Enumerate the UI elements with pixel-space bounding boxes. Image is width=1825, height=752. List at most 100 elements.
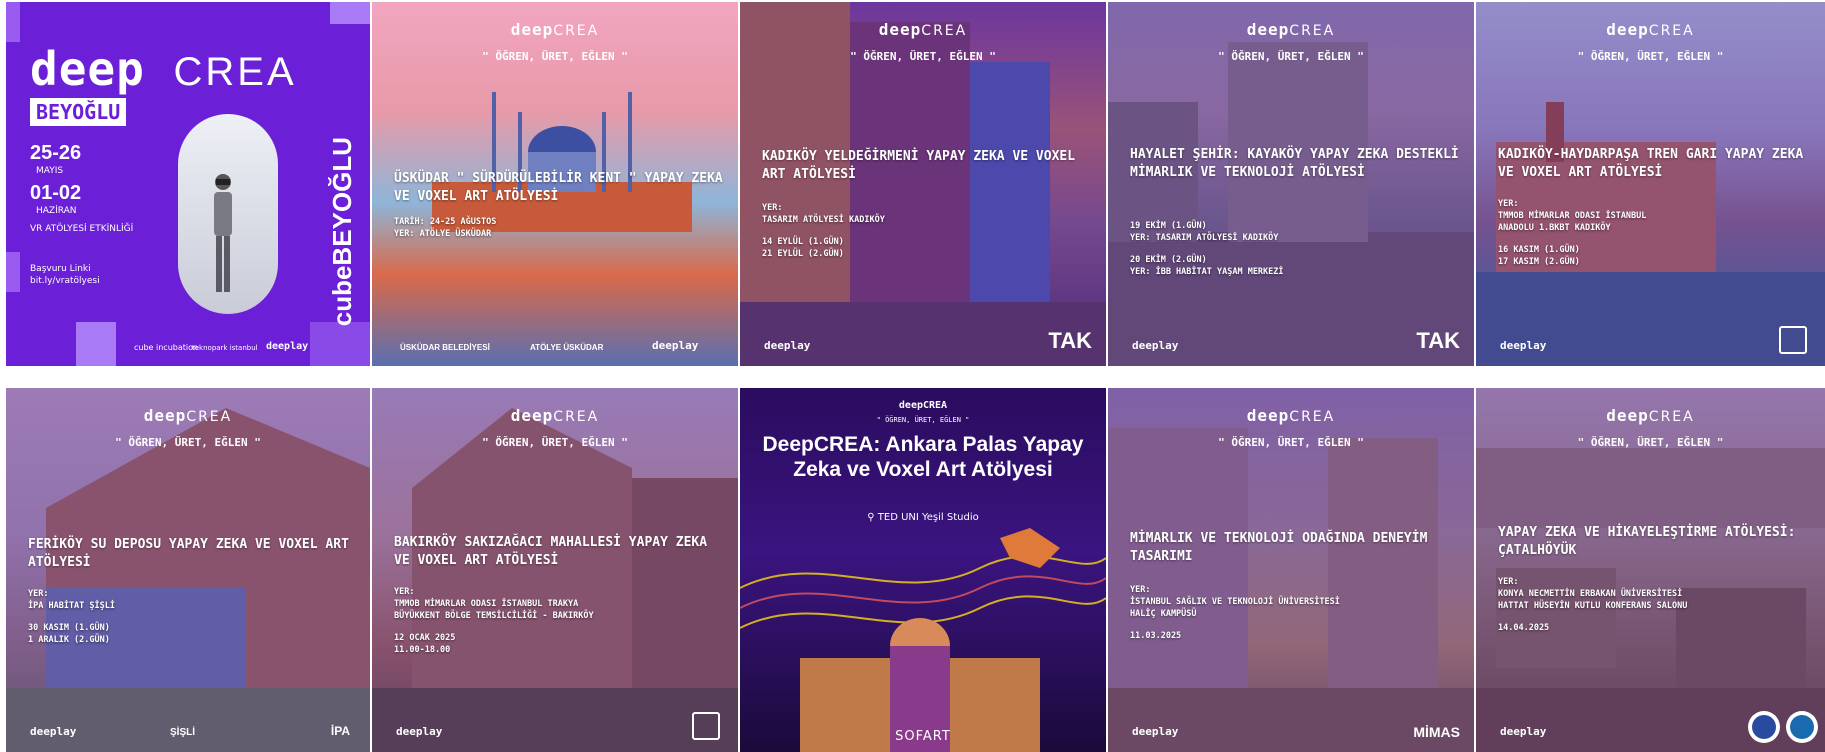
ipa-logo: İPA: [330, 724, 350, 738]
info-line: YER:: [1498, 577, 1519, 587]
workshop-info: YER: TASARIM ATÖLYESİ KADIKÖY 14 EYLÜL (…: [762, 202, 1096, 260]
workshop-info: YER: KONYA NECMETTİN ERBAKAN ÜNİVERSİTES…: [1498, 576, 1815, 634]
workshop-info: YER: İSTANBUL SAĞLIK VE TEKNOLOJİ ÜNİVER…: [1130, 584, 1464, 642]
workshop-info: YER: TMMOB MİMARLAR ODASI İSTANBUL ANADO…: [1498, 198, 1815, 268]
event-date-2: 01-02: [30, 182, 82, 204]
poster-haydarpasa[interactable]: deepCREA " ÖĞREN, ÜRET, EĞLEN " KADIKÖY-…: [1476, 2, 1825, 366]
deepcrea-brand: deepCREA: [143, 406, 233, 425]
poster-uskudar[interactable]: deepCREA " ÖĞREN, ÜRET, EĞLEN " ÜSKÜDAR …: [372, 2, 738, 366]
slogan: " ÖĞREN, ÜRET, EĞLEN ": [482, 436, 628, 449]
tak-logo: TAK: [1048, 328, 1092, 353]
workshop-title: KADIKÖY-HAYDARPAŞA TREN GARI YAPAY ZEKA …: [1498, 147, 1804, 180]
slogan: " ÖĞREN, ÜRET, EĞLEN ": [1218, 50, 1364, 63]
info-line: HATTAT HÜSEYİN KUTLU KONFERANS SALONU: [1498, 601, 1688, 611]
sofart-logo: SOFART: [895, 729, 951, 744]
info-line: 16 KASIM (1.GÜN): [1498, 245, 1580, 255]
deepcrea-brand: deepCREA: [878, 20, 968, 39]
poster-grid: deep CREA BEYOĞLU 25-26 MAYIS 01-02 HAZİ…: [6, 2, 1825, 752]
info-line: BÜYÜKKENT BÖLGE TEMSİLCİLİĞİ - BAKIRKÖY: [394, 611, 594, 621]
slogan: " ÖĞREN, ÜRET, EĞLEN ": [1577, 50, 1724, 63]
info-line: HALİÇ KAMPÜSÜ: [1130, 609, 1197, 619]
info-venue: YER: ATÖLYE ÜSKÜDAR: [394, 229, 492, 239]
sisli-logo: ŞİŞLİ: [170, 727, 196, 738]
cube-beyoglu-vertical: cubeBEYOĞLU: [327, 136, 357, 326]
workshop-info: 19 EKİM (1.GÜN) YER: TASARIM ATÖLYESİ KA…: [1130, 220, 1464, 278]
deeplay-logo: deeplay: [1132, 725, 1179, 738]
deeplay-logo: deeplay: [764, 339, 811, 352]
info-line: 14 EYLÜL (1.GÜN): [762, 237, 844, 247]
event-month-1: MAYIS: [36, 166, 64, 176]
apply-link[interactable]: bit.ly/vratölyesi: [30, 276, 100, 286]
info-line: YER:: [762, 203, 783, 213]
event-month-2: HAZİRAN: [36, 206, 77, 216]
workshop-info: YER: TMMOB MİMARLAR ODASI İSTANBUL TRAKY…: [394, 586, 728, 656]
slogan: " ÖĞREN, ÜRET, EĞLEN ": [1577, 436, 1724, 449]
event-date-1: 25-26: [30, 142, 82, 164]
decor-square: [330, 2, 370, 24]
apply-link-label: Başvuru Linki: [30, 264, 91, 274]
workshop-title: YAPAY ZEKA VE HİKAYELEŞTİRME ATÖLYESİ: Ç…: [1498, 525, 1796, 558]
poster-catalhoyuk[interactable]: deepCREA " ÖĞREN, ÜRET, EĞLEN " YAPAY ZE…: [1476, 388, 1825, 752]
vr-person-illustration: [214, 174, 232, 292]
info-line: TMMOB MİMARLAR ODASI İSTANBUL TRAKYA: [394, 599, 579, 609]
deeplay-logo: deeplay: [1132, 339, 1179, 352]
poster-ferikoy[interactable]: deepCREA " ÖĞREN, ÜRET, EĞLEN " FERİKÖY …: [6, 388, 370, 752]
workshop-title: ÜSKÜDAR " SÜRDÜRÜLEBİLİR KENT " YAPAY ZE…: [394, 171, 723, 204]
chamber-logo-icon: [1779, 326, 1807, 354]
deeplay-logo: deeplay: [1500, 725, 1547, 738]
info-line: 21 EYLÜL (2.GÜN): [762, 249, 844, 259]
info-line: ANADOLU 1.BKBT KADIKÖY: [1498, 223, 1611, 233]
info-line: 19 EKİM (1.GÜN): [1130, 221, 1207, 231]
uskudar-belediyesi-logo: ÜSKÜDAR BELEDİYESİ: [400, 343, 490, 352]
poster-bakirkoy[interactable]: deepCREA " ÖĞREN, ÜRET, EĞLEN " BAKIRKÖY…: [372, 388, 738, 752]
deepcrea-logo: deep CREA: [30, 42, 297, 96]
cube-incubation-logo: cube incubation: [134, 343, 199, 352]
poster-yeldegirmeni[interactable]: deepCREA " ÖĞREN, ÜRET, EĞLEN " KADIKÖY …: [740, 2, 1106, 366]
workshop-title: DeepCREA: Ankara Palas Yapay Zeka ve Vox…: [762, 433, 1084, 481]
decor-square: [6, 252, 20, 292]
mimas-logo: MİMAS: [1413, 724, 1460, 740]
info-line: İSTANBUL SAĞLIK VE TEKNOLOJİ ÜNİVERSİTES…: [1130, 597, 1340, 607]
info-line: 11.00-18.00: [394, 645, 451, 655]
info-line: YER:: [1498, 199, 1519, 209]
info-line: İPA HABİTAT ŞİŞLİ: [28, 601, 115, 611]
workshop-info: YER: İPA HABİTAT ŞİŞLİ 30 KASIM (1.GÜN) …: [28, 588, 360, 646]
poster-kayakoy[interactable]: deepCREA " ÖĞREN, ÜRET, EĞLEN " HAYALET …: [1108, 2, 1474, 366]
info-line: 30 KASIM (1.GÜN): [28, 623, 110, 633]
teknopark-logo: teknopark istanbul: [192, 344, 258, 352]
workshop-title: HAYALET ŞEHİR: KAYAKÖY YAPAY ZEKA DESTEK…: [1130, 147, 1459, 180]
deeplay-logo: deeplay: [396, 725, 443, 738]
palace-illustration: [740, 528, 1106, 752]
location-pin-icon: ⚲: [867, 512, 878, 523]
info-line: YER:: [28, 589, 49, 599]
deepcrea-brand: deepCREA: [510, 20, 600, 39]
poster-ankara-palas[interactable]: deepCREA " ÖĞREN, ÜRET, EĞLEN " DeepCREA…: [740, 388, 1106, 752]
info-line: 11.03.2025: [1130, 631, 1182, 641]
decor-square: [310, 322, 370, 366]
info-line: YER: TASARIM ATÖLYESİ KADIKÖY: [1130, 233, 1279, 243]
info-line: 20 EKİM (2.GÜN): [1130, 255, 1207, 265]
deepcrea-brand: deepCREA: [1246, 20, 1336, 39]
deepcrea-brand: deepCREA: [898, 400, 948, 411]
info-line: 17 KASIM (2.GÜN): [1498, 257, 1580, 267]
info-line: YER:: [394, 587, 415, 597]
workshop-title: FERİKÖY SU DEPOSU YAPAY ZEKA VE VOXEL AR…: [28, 537, 349, 570]
info-line: YER: İBB HABİTAT YAŞAM MERKEZİ: [1130, 267, 1284, 277]
info-line: 14.04.2025: [1498, 623, 1550, 633]
slogan: " ÖĞREN, ÜRET, EĞLEN ": [876, 416, 970, 424]
workshop-title: MİMARLIK VE TEKNOLOJİ ODAĞINDA DENEYİM T…: [1130, 531, 1428, 564]
university-seal-icon: [1748, 711, 1780, 743]
decor-square: [76, 322, 116, 366]
poster-beyoglu[interactable]: deep CREA BEYOĞLU 25-26 MAYIS 01-02 HAZİ…: [6, 2, 370, 366]
deeplay-logo: deeplay: [652, 339, 699, 352]
deeplay-logo: deeplay: [30, 725, 77, 738]
slogan: " ÖĞREN, ÜRET, EĞLEN ": [482, 50, 628, 63]
atolye-uskudar-logo: ATÖLYE ÜSKÜDAR: [530, 343, 604, 352]
info-line: TASARIM ATÖLYESİ KADIKÖY: [762, 215, 885, 225]
info-line: 1 ARALIK (2.GÜN): [28, 635, 110, 645]
info-date: TARİH: 24-25 AĞUSTOS: [394, 217, 497, 227]
deepcrea-brand: deepCREA: [1246, 406, 1336, 425]
activity-label: VR ATÖLYESİ ETKİNLİĞİ: [30, 224, 134, 234]
poster-deneyim-tasarimi[interactable]: deepCREA " ÖĞREN, ÜRET, EĞLEN " MİMARLIK…: [1108, 388, 1474, 752]
district-label: BEYOĞLU: [30, 98, 127, 126]
